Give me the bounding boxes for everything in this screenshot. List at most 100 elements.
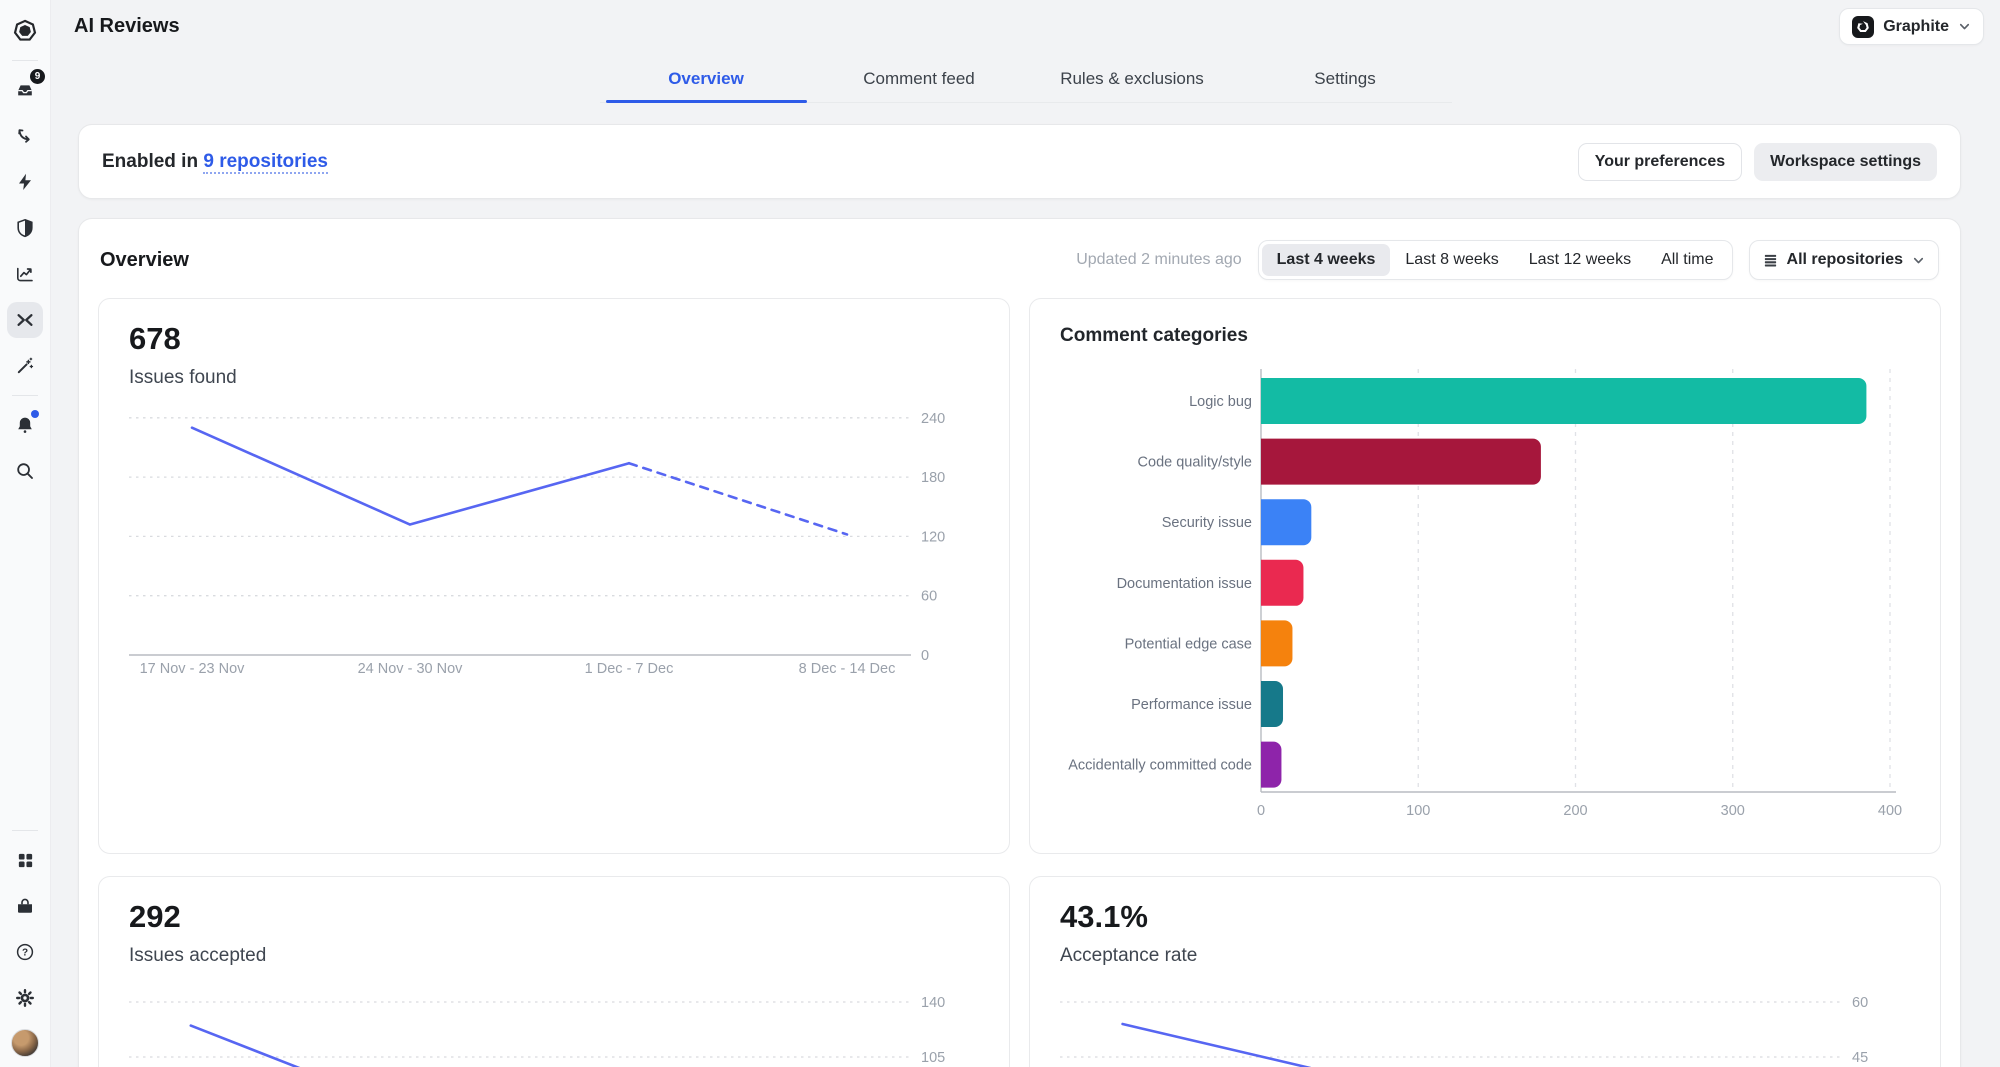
svg-text:8 Dec - 14 Dec: 8 Dec - 14 Dec [799, 661, 896, 677]
overview-controls: Updated 2 minutes ago Last 4 weeks Last … [1076, 240, 1939, 280]
tab-settings[interactable]: Settings [1239, 55, 1452, 102]
repository-filter-value: All repositories [1786, 251, 1903, 268]
sidebar: 9 ? [0, 0, 51, 1067]
svg-text:?: ? [22, 948, 28, 959]
svg-text:60: 60 [1852, 995, 1868, 1011]
graphite-logo[interactable] [7, 13, 43, 49]
time-filter-last-4-weeks[interactable]: Last 4 weeks [1261, 244, 1391, 276]
svg-text:140: 140 [921, 995, 945, 1011]
sidebar-item-search[interactable] [7, 453, 43, 489]
issues-found-value: 678 [129, 321, 181, 356]
workspace-name: Graphite [1883, 17, 1949, 35]
tab-overview[interactable]: Overview [600, 55, 813, 103]
sidebar-item-automations[interactable] [7, 164, 43, 200]
svg-text:0: 0 [921, 648, 929, 664]
your-preferences-button[interactable]: Your preferences [1577, 142, 1743, 181]
inbox-icon [18, 85, 32, 96]
svg-text:300: 300 [1721, 803, 1745, 819]
workspace-switcher[interactable]: Graphite [1839, 8, 1984, 45]
sidebar-item-analytics[interactable] [7, 256, 43, 292]
sidebar-item-ai-reviews[interactable] [7, 302, 43, 338]
search-icon [17, 463, 33, 479]
rows-icon [1764, 254, 1776, 266]
sidebar-item-notifications[interactable] [7, 407, 43, 443]
wand-icon [17, 357, 34, 374]
time-filter-all-time[interactable]: All time [1646, 244, 1728, 276]
svg-text:Code quality/style: Code quality/style [1138, 455, 1252, 471]
chevron-down-icon [1913, 257, 1924, 263]
tab-comment-feed[interactable]: Comment feed [813, 55, 1026, 102]
svg-text:17 Nov - 23 Nov: 17 Nov - 23 Nov [140, 661, 246, 677]
svg-text:Performance issue: Performance issue [1131, 697, 1252, 713]
sidebar-item-help[interactable]: ? [7, 934, 43, 970]
sidebar-item-workspace[interactable] [7, 888, 43, 924]
merge-icon [18, 129, 30, 143]
overview-header: Overview Updated 2 minutes ago Last 4 we… [98, 219, 1941, 280]
sidebar-item-settings[interactable] [7, 980, 43, 1016]
time-filter-last-8-weeks[interactable]: Last 8 weeks [1390, 244, 1513, 276]
comment-categories-card: 0 100 200 300 400 Logic bug Code quality/style… [1029, 298, 1941, 854]
graphite-logo-icon [1857, 20, 1870, 32]
chevron-down-icon [1959, 23, 1970, 30]
user-avatar[interactable] [11, 1029, 39, 1057]
acceptance-rate-chart: 60 45 [1060, 995, 1868, 1067]
svg-text:120: 120 [921, 529, 945, 545]
graphite-logo-badge [1852, 15, 1875, 38]
sidebar-divider [12, 395, 38, 396]
svg-text:180: 180 [921, 470, 945, 486]
acceptance-rate-card: 60 45 43.1% Acceptance rate [1029, 876, 1941, 1067]
page-title: AI Reviews [74, 15, 180, 37]
time-filter-last-12-weeks[interactable]: Last 12 weeks [1514, 244, 1646, 276]
svg-text:400: 400 [1878, 803, 1902, 819]
repositories-link[interactable]: 9 repositories [203, 150, 328, 174]
topbar: AI Reviews Overview Comment feed Rules &… [51, 0, 2000, 103]
comment-categories-chart: 0 100 200 300 400 Logic bug Code quality/style… [1068, 369, 1902, 819]
acceptance-rate-value: 43.1% [1060, 899, 1148, 934]
shield-icon [17, 218, 33, 238]
main-content: AI Reviews Overview Comment feed Rules &… [51, 0, 2000, 1067]
bell-icon [18, 417, 32, 433]
svg-text:Logic bug: Logic bug [1189, 394, 1252, 410]
enabled-banner: Enabled in 9 repositories Your preferenc… [78, 124, 1961, 199]
sidebar-item-inbox[interactable]: 9 [7, 69, 45, 108]
issues-found-label: Issues found [129, 367, 237, 388]
stats-grid: 240 180 120 60 0 17 Nov - 23 Nov 24 Nov - 30 N… [98, 298, 1941, 1067]
svg-text:Accidentally committed code: Accidentally committed code [1068, 758, 1252, 774]
svg-text:1 Dec - 7 Dec: 1 Dec - 7 Dec [585, 661, 674, 677]
svg-text:Security issue: Security issue [1162, 515, 1252, 531]
svg-text:105: 105 [921, 1050, 945, 1066]
briefcase-icon [18, 898, 32, 913]
svg-text:60: 60 [921, 589, 937, 605]
inbox-badge: 9 [30, 69, 45, 84]
notification-dot [31, 410, 39, 418]
enabled-prefix: Enabled in [102, 150, 204, 172]
banner-actions: Your preferences Workspace settings [1577, 142, 1937, 181]
svg-text:100: 100 [1406, 803, 1430, 819]
issues-accepted-value: 292 [129, 899, 181, 934]
overview-title: Overview [100, 248, 189, 271]
sidebar-item-assist[interactable] [7, 348, 43, 384]
sidebar-item-apps[interactable] [7, 842, 43, 878]
workspace-settings-button[interactable]: Workspace settings [1754, 142, 1937, 181]
help-icon: ? [16, 943, 34, 961]
enabled-text: Enabled in 9 repositories [102, 150, 328, 174]
sidebar-divider [12, 830, 38, 831]
analytics-icon [17, 267, 33, 282]
sidebar-item-protections[interactable] [7, 210, 43, 246]
svg-text:0: 0 [1257, 803, 1265, 819]
svg-text:240: 240 [921, 411, 945, 427]
issues-accepted-card: 140 105 292 Issues accepted [98, 876, 1010, 1067]
svg-text:24 Nov - 30 Nov: 24 Nov - 30 Nov [358, 661, 464, 677]
sidebar-item-merge[interactable] [7, 118, 43, 154]
time-range-control: Last 4 weeks Last 8 weeks Last 12 weeks … [1257, 240, 1733, 280]
issues-accepted-chart: 140 105 [129, 995, 945, 1067]
graphite-logo-icon [13, 19, 37, 41]
repository-filter-dropdown[interactable]: All repositories [1748, 240, 1939, 280]
sidebar-divider [12, 60, 38, 61]
apps-grid-icon [18, 853, 32, 867]
svg-text:200: 200 [1563, 803, 1587, 819]
gear-icon [16, 989, 34, 1007]
tab-rules-exclusions[interactable]: Rules & exclusions [1026, 55, 1239, 102]
updated-timestamp: Updated 2 minutes ago [1076, 251, 1242, 268]
issues-found-card: 240 180 120 60 0 17 Nov - 23 Nov 24 Nov - 30 N… [98, 298, 1010, 854]
